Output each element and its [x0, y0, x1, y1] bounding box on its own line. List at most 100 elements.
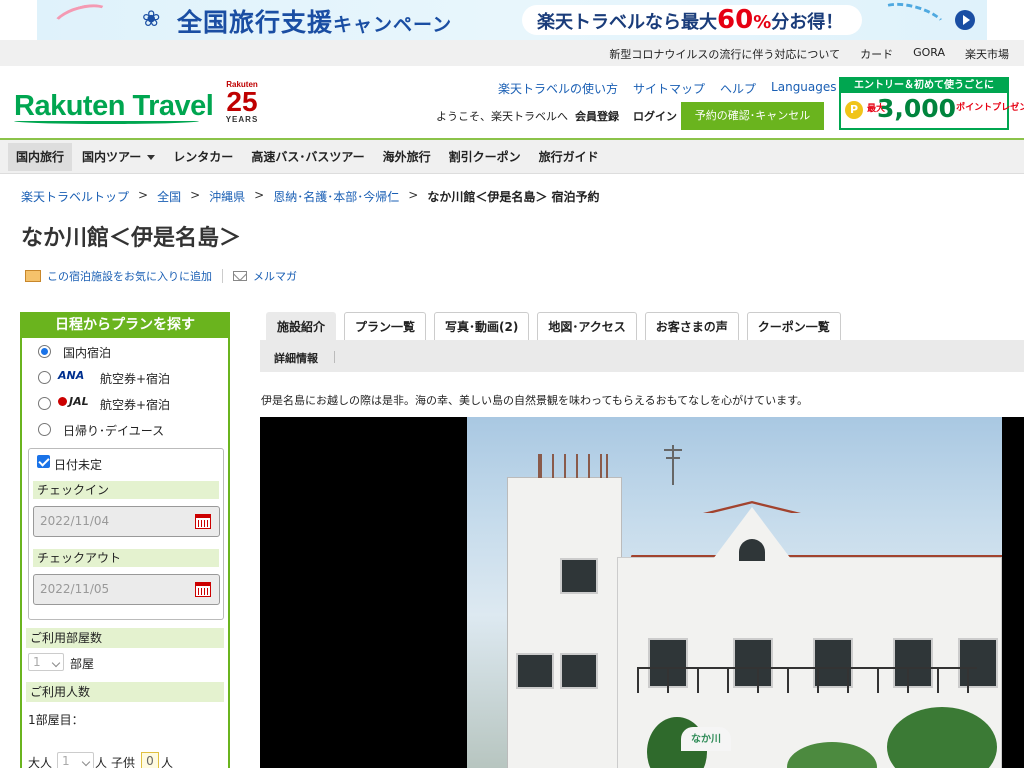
page-title: なか川館＜伊是名島＞ — [21, 226, 242, 251]
promo-top-text: エントリー＆初めて使うごとに — [841, 79, 1007, 93]
breadcrumb-okinawa[interactable]: 沖縄県 — [209, 188, 245, 205]
tab-facility[interactable]: 施設紹介 — [266, 312, 337, 340]
greeting-text: ようこそ、楽天トラベルへ — [436, 110, 568, 123]
option-domestic[interactable]: 国内宿泊 — [22, 338, 228, 364]
mail-icon — [233, 271, 247, 281]
add-favorite-link[interactable]: この宿泊施設をお気に入りに追加 — [47, 268, 212, 284]
room1-label: 1部屋目： — [28, 713, 84, 727]
banner-promo: 楽天トラベルなら最大60%分お得！ — [522, 5, 862, 35]
help-link[interactable]: ヘルプ — [720, 80, 756, 97]
util-link-ichiba[interactable]: 楽天市場 — [965, 46, 1009, 62]
ana-label: 航空券+宿泊 — [100, 372, 171, 386]
guests-label: ご利用人数 — [26, 682, 224, 702]
point-coin-icon: P — [845, 101, 863, 119]
top-banner-area: ❀ 全国旅行支援キャンペーン 楽天トラベルなら最大60%分お得！ — [0, 0, 1024, 40]
calendar-icon[interactable] — [195, 582, 211, 597]
languages-dropdown[interactable]: Languages — [771, 80, 849, 97]
date-box: 日付未定 チェックイン 2022/11/04 チェックアウト 2022/11/0… — [28, 448, 224, 620]
favorite-folder-icon — [25, 270, 41, 282]
adult-label: 大人 — [28, 756, 53, 768]
hotel-tabs: 施設紹介 プラン一覧 写真･動画(2) 地図･アクセス お客さまの声 クーポン一… — [266, 312, 849, 340]
hotel-sign: なか川 — [681, 727, 731, 751]
balcony-rail — [637, 667, 977, 693]
member-register-link[interactable]: 会員登録 — [575, 108, 619, 124]
hotel-photo[interactable]: なか川 — [260, 417, 1024, 768]
breadcrumb-separator: > — [408, 188, 419, 202]
calendar-icon[interactable] — [195, 514, 211, 529]
tab-plans[interactable]: プラン一覧 — [344, 312, 427, 340]
divider — [222, 269, 223, 283]
option-jal[interactable]: JAL 航空券+宿泊 — [22, 390, 228, 416]
checkin-input[interactable]: 2022/11/04 — [33, 506, 220, 537]
nav-rentacar[interactable]: レンタカー — [165, 143, 241, 171]
nav-overseas[interactable]: 海外旅行 — [375, 143, 439, 171]
domestic-label: 国内宿泊 — [63, 346, 112, 360]
antenna-shape — [664, 445, 682, 485]
howto-link[interactable]: 楽天トラベルの使い方 — [498, 80, 618, 97]
divider — [334, 351, 335, 363]
login-link[interactable]: ログイン — [633, 108, 677, 124]
confetti-decoration — [49, 0, 115, 40]
anniversary-logo: Rakuten 25 YEARS — [225, 80, 259, 124]
breadcrumb: 楽天トラベルトップ > 全国 > 沖縄県 > 恩納･名護･本部･今帰仁 > なか… — [21, 188, 600, 205]
undecided-checkbox[interactable] — [37, 455, 50, 468]
checkout-label: チェックアウト — [33, 549, 219, 567]
nav-bus[interactable]: 高速バス･バスツアー — [243, 143, 372, 171]
mailmag-link[interactable]: メルマガ — [253, 268, 297, 284]
sub-tabs: 詳細情報 — [260, 340, 1024, 372]
nav-domestic-tour[interactable]: 国内ツアー — [74, 143, 163, 171]
checkin-label: チェックイン — [33, 481, 219, 499]
breadcrumb-current: なか川館＜伊是名島＞ 宿泊予約 — [427, 190, 600, 204]
reservation-check-button[interactable]: 予約の確認･キャンセル — [681, 102, 824, 130]
nav-coupon[interactable]: 割引クーポン — [441, 143, 529, 171]
campaign-banner[interactable]: ❀ 全国旅行支援キャンペーン 楽天トラベルなら最大60%分お得！ — [37, 0, 987, 40]
play-arrow-icon[interactable] — [955, 10, 975, 30]
dayuse-radio[interactable] — [38, 423, 51, 436]
subtab-details[interactable]: 詳細情報 — [274, 350, 318, 366]
adult-select[interactable]: 1 — [57, 752, 94, 768]
option-ana[interactable]: ANA 航空券+宿泊 — [22, 364, 228, 390]
util-link-covid[interactable]: 新型コロナウイルスの流行に伴う対応について — [609, 46, 840, 62]
date-search-panel: 日程からプランを探す 国内宿泊 ANA 航空券+宿泊 JAL 航空券+宿泊 日帰… — [20, 312, 230, 768]
tab-coupons[interactable]: クーポン一覧 — [746, 312, 841, 340]
header-links: 楽天トラベルの使い方 サイトマップ ヘルプ Languages — [498, 80, 865, 97]
ana-logo: ANA — [58, 369, 85, 382]
breadcrumb-separator: > — [138, 188, 149, 202]
banner-title: 全国旅行支援キャンペーン — [177, 8, 453, 37]
confetti-decoration — [874, 0, 950, 40]
adult-unit: 人 — [95, 756, 108, 768]
util-link-gora[interactable]: GORA — [913, 46, 945, 62]
undecided-label: 日付未定 — [54, 458, 103, 472]
hotel-actions: この宿泊施設をお気に入りに追加 メルマガ — [25, 268, 297, 284]
child-unit: 人 — [161, 756, 174, 768]
gable-shape — [707, 507, 797, 567]
tab-reviews[interactable]: お客さまの声 — [644, 312, 739, 340]
hotel-description: 伊是名島にお越しの際は是非。海の幸、美しい島の自然景観を味わってもらえるおもてな… — [261, 394, 809, 407]
global-nav: 国内旅行 国内ツアー レンタカー 高速バス･バスツアー 海外旅行 割引クーポン … — [0, 140, 1024, 174]
jal-radio[interactable] — [38, 397, 51, 410]
breadcrumb-top[interactable]: 楽天トラベルトップ — [21, 188, 129, 205]
rooms-select[interactable]: 1 — [28, 653, 64, 671]
tab-map[interactable]: 地図･アクセス — [537, 312, 637, 340]
util-link-card[interactable]: カード — [860, 46, 893, 62]
utility-bar: 新型コロナウイルスの流行に伴う対応について カード GORA 楽天市場 — [0, 40, 1024, 66]
breadcrumb-separator: > — [190, 188, 201, 202]
breadcrumb-national[interactable]: 全国 — [157, 188, 181, 205]
points-promo-banner[interactable]: エントリー＆初めて使うごとに P 最大3,000ポイントプレゼント — [839, 77, 1024, 130]
hotel-building-image: なか川 — [467, 417, 1002, 768]
breadcrumb-area[interactable]: 恩納･名護･本部･今帰仁 — [273, 188, 399, 205]
logo-swoosh — [14, 118, 199, 124]
breadcrumb-separator: > — [254, 188, 265, 202]
checkout-input[interactable]: 2022/11/05 — [33, 574, 220, 605]
nav-domestic-travel[interactable]: 国内旅行 — [8, 143, 73, 171]
jal-label: 航空券+宿泊 — [100, 398, 171, 412]
panel-title: 日程からプランを探す — [20, 312, 230, 338]
sitemap-link[interactable]: サイトマップ — [633, 80, 705, 97]
jal-logo: JAL — [58, 395, 89, 408]
child-input[interactable]: 0 — [141, 752, 159, 768]
tab-photos[interactable]: 写真･動画(2) — [434, 312, 530, 340]
nav-guide[interactable]: 旅行ガイド — [531, 143, 607, 171]
ana-radio[interactable] — [38, 371, 51, 384]
option-dayuse[interactable]: 日帰り･デイユース — [22, 416, 228, 442]
domestic-radio[interactable] — [38, 345, 51, 358]
